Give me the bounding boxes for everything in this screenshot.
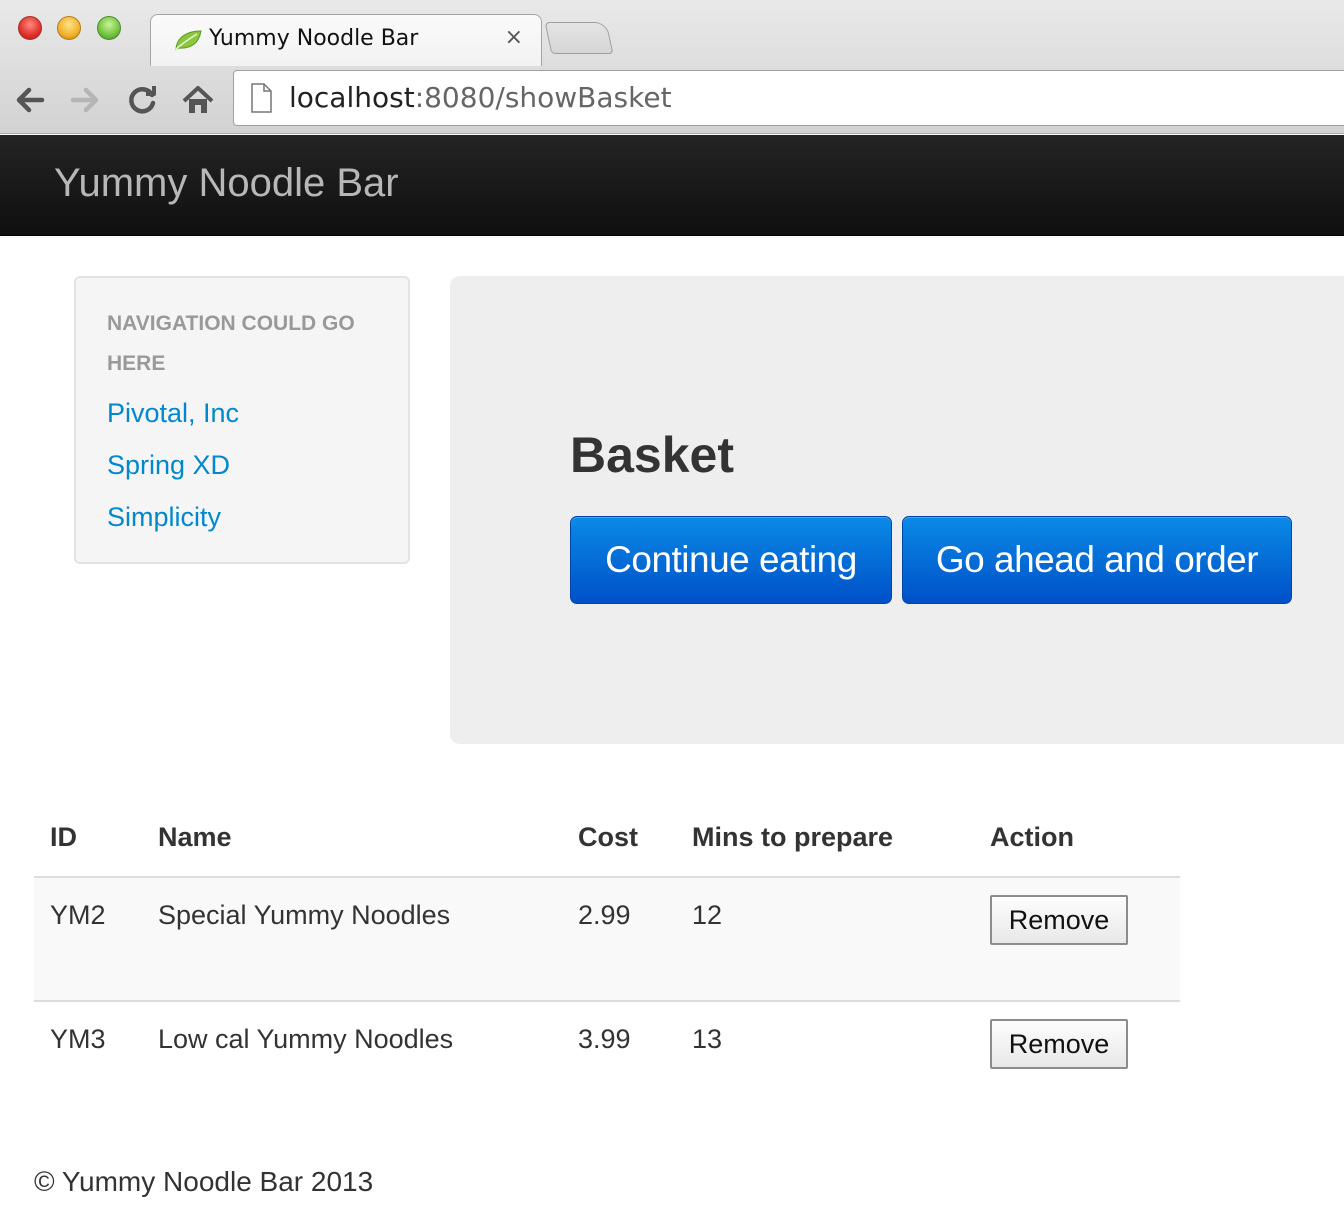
sidebar-link-simplicity[interactable]: Simplicity <box>107 502 221 533</box>
sidebar-link-pivotal[interactable]: Pivotal, Inc <box>107 398 239 429</box>
address-bar[interactable]: localhost:8080/showBasket <box>233 70 1344 126</box>
reload-icon[interactable] <box>124 82 160 118</box>
tab-title: Yummy Noodle Bar <box>209 26 419 51</box>
minimize-window-button[interactable] <box>57 16 81 40</box>
cell-name: Special Yummy Noodles <box>158 900 451 930</box>
cell-cost: 3.99 <box>578 1024 631 1054</box>
top-navbar: Yummy Noodle Bar <box>0 135 1344 236</box>
forward-arrow-icon[interactable] <box>67 82 103 118</box>
cell-cost: 2.99 <box>578 900 631 930</box>
remove-button[interactable]: Remove <box>990 895 1128 945</box>
sidebar: NAVIGATION COULD GO HERE Pivotal, Inc Sp… <box>74 276 410 564</box>
tab-close-icon[interactable]: × <box>505 25 523 50</box>
home-icon[interactable] <box>180 82 216 118</box>
spring-leaf-icon <box>175 30 202 50</box>
close-window-button[interactable] <box>18 16 42 40</box>
column-header-name: Name <box>158 822 232 852</box>
sidebar-header: NAVIGATION COULD GO HERE <box>107 312 355 375</box>
table-row: YM2 Special Yummy Noodles 2.99 12 Remove <box>34 876 1180 1001</box>
hero-unit: Basket Continue eating Go ahead and orde… <box>450 276 1344 744</box>
column-header-mins: Mins to prepare <box>692 822 894 852</box>
browser-chrome: Yummy Noodle Bar × localhost:8080/showBa… <box>0 0 1344 134</box>
table-row: YM3 Low cal Yummy Noodles 3.99 13 Remove <box>34 1000 1180 1125</box>
new-tab-button[interactable] <box>544 22 614 54</box>
cell-name: Low cal Yummy Noodles <box>158 1024 454 1054</box>
url-text: localhost:8080/showBasket <box>289 81 672 114</box>
cell-id: YM3 <box>50 1024 106 1054</box>
remove-button[interactable]: Remove <box>990 1019 1128 1069</box>
column-header-action: Action <box>990 822 1074 852</box>
browser-tab[interactable]: Yummy Noodle Bar × <box>150 14 542 66</box>
cell-id: YM2 <box>50 900 106 930</box>
footer-text: © Yummy Noodle Bar 2013 <box>34 1166 374 1197</box>
page-title: Basket <box>570 427 734 483</box>
column-header-id: ID <box>50 822 77 852</box>
cell-mins: 13 <box>692 1024 723 1054</box>
cell-mins: 12 <box>692 900 723 930</box>
continue-eating-button[interactable]: Continue eating <box>570 516 892 604</box>
url-host: localhost <box>289 81 415 114</box>
url-path: :8080/showBasket <box>414 81 672 114</box>
order-button[interactable]: Go ahead and order <box>902 516 1292 604</box>
back-arrow-icon[interactable] <box>12 82 48 118</box>
zoom-window-button[interactable] <box>97 16 121 40</box>
brand-link[interactable]: Yummy Noodle Bar <box>54 161 399 206</box>
page-icon <box>251 83 272 113</box>
sidebar-link-spring-xd[interactable]: Spring XD <box>107 450 230 481</box>
column-header-cost: Cost <box>578 822 638 852</box>
